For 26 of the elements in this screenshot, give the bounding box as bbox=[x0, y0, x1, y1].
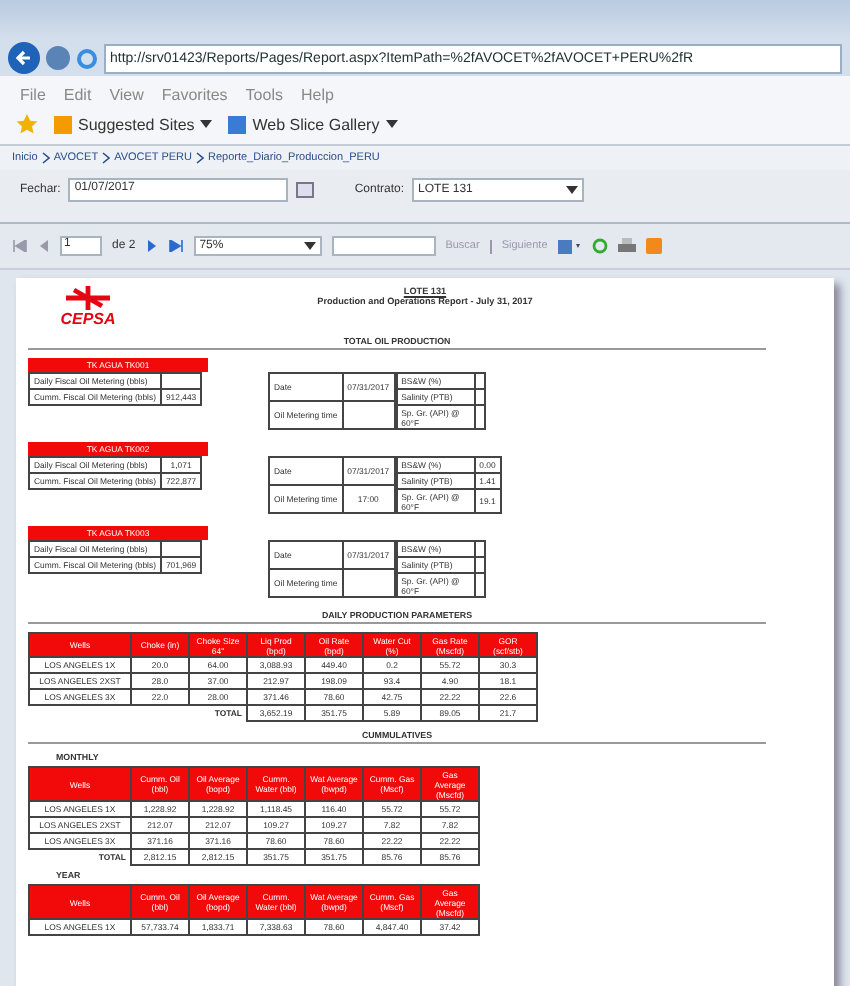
logo-text: CEPSA bbox=[60, 310, 116, 328]
dropdown-caret-icon[interactable] bbox=[385, 120, 398, 128]
back-button[interactable] bbox=[8, 42, 40, 74]
previous-page-icon[interactable] bbox=[38, 240, 50, 252]
dropdown-caret-icon[interactable] bbox=[200, 120, 213, 128]
browser-icon bbox=[76, 47, 98, 69]
last-page-icon[interactable] bbox=[167, 240, 184, 252]
star-icon bbox=[16, 114, 38, 134]
site-icon[interactable] bbox=[54, 115, 72, 133]
print-icon[interactable] bbox=[617, 238, 636, 254]
logo-icon bbox=[62, 286, 114, 310]
first-page-icon[interactable] bbox=[12, 240, 28, 252]
refresh-icon[interactable] bbox=[591, 238, 608, 254]
site-icon[interactable] bbox=[228, 115, 247, 133]
chevron-icon bbox=[195, 152, 204, 164]
favorites-link[interactable]: Web Slice Gallery bbox=[252, 115, 380, 133]
calendar-icon[interactable] bbox=[296, 182, 315, 198]
chevron-icon bbox=[41, 152, 50, 164]
favorites-link[interactable]: Suggested Sites bbox=[78, 115, 195, 133]
find-field[interactable] bbox=[331, 236, 436, 256]
caret-icon[interactable] bbox=[303, 242, 316, 250]
next-page-icon[interactable] bbox=[145, 240, 158, 252]
chevron-icon bbox=[102, 152, 111, 164]
caret-icon[interactable] bbox=[566, 186, 579, 194]
back-arrow-icon[interactable] bbox=[14, 48, 34, 68]
forward-button[interactable] bbox=[46, 46, 70, 70]
